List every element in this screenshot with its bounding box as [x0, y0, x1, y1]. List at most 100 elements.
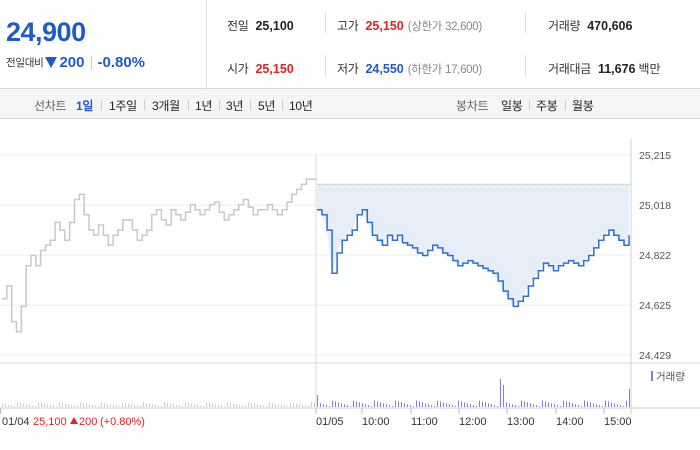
volume-bar	[161, 406, 162, 407]
stat-high: 고가 25,150 (상한가 32,600)	[337, 17, 482, 34]
volume-bar	[158, 405, 159, 407]
volume-bar	[68, 404, 69, 407]
divider	[219, 100, 220, 110]
volume-bar	[5, 404, 6, 407]
stat-value: 11,676	[597, 61, 636, 76]
candle-weekly[interactable]: 주봉	[536, 97, 558, 114]
volume-bar	[53, 405, 54, 407]
up-arrow-icon	[70, 417, 78, 424]
volume-bar	[536, 405, 537, 407]
stat-value: 25,100	[255, 18, 294, 33]
volume-bar	[353, 400, 354, 407]
footer-change: 200	[79, 416, 97, 428]
volume-bar	[482, 401, 483, 407]
y-tick-label: 24,429	[639, 350, 671, 362]
range-5y[interactable]: 5년	[258, 97, 275, 114]
volume-bar	[296, 403, 297, 407]
volume-bar	[164, 402, 165, 407]
volume-bar	[260, 404, 261, 407]
volume-bar	[518, 406, 519, 407]
volume-bar	[62, 403, 63, 407]
volume-bar	[437, 400, 438, 407]
volume-bar	[140, 406, 141, 407]
volume-bar	[587, 401, 588, 407]
volume-bar	[401, 402, 402, 407]
volume-bar	[104, 403, 105, 407]
volume-bar	[101, 402, 102, 407]
y-tick-label: 25,018	[639, 200, 671, 212]
volume-bar	[281, 404, 282, 407]
volume-bar	[41, 403, 42, 407]
volume-bar	[65, 403, 66, 407]
candle-daily[interactable]: 일봉	[501, 97, 523, 114]
volume-bar	[239, 404, 240, 407]
volume-bar	[203, 406, 204, 407]
volume-bar	[605, 400, 606, 407]
down-arrow-icon	[45, 57, 58, 68]
divider	[250, 100, 251, 110]
volume-bar	[317, 395, 318, 407]
volume-bar	[542, 400, 543, 407]
divider	[525, 12, 526, 34]
volume-bar	[488, 403, 489, 407]
volume-bar	[359, 402, 360, 407]
volume-bar	[515, 405, 516, 407]
volume-bar	[479, 400, 480, 407]
candle-monthly[interactable]: 월봉	[572, 97, 594, 114]
volume-bar	[125, 403, 126, 407]
volume-bar	[263, 405, 264, 407]
volume-bar	[32, 405, 33, 407]
range-3m[interactable]: 3개월	[152, 97, 180, 114]
volume-bar	[182, 406, 183, 407]
volume-bar	[428, 404, 429, 407]
volume-bar	[17, 402, 18, 407]
volume-bar	[350, 406, 351, 407]
range-1w[interactable]: 1주일	[109, 97, 137, 114]
volume-bar	[242, 405, 243, 407]
quote-panel: 24,900 전일대비 200 -0.80% 전일 25,100 고가 25,1…	[0, 0, 700, 89]
range-1y[interactable]: 1년	[195, 97, 212, 114]
volume-bar	[8, 404, 9, 407]
range-1d[interactable]: 1일	[76, 97, 93, 114]
stat-value: 470,606	[587, 18, 633, 33]
volume-bar	[26, 404, 27, 407]
volume-bar	[497, 406, 498, 407]
volume-bar	[500, 379, 501, 407]
volume-bar	[212, 403, 213, 407]
range-10y[interactable]: 10년	[289, 97, 313, 114]
volume-bar	[227, 402, 228, 407]
volume-bar	[80, 402, 81, 407]
volume-bar	[218, 404, 219, 407]
divider	[565, 100, 566, 110]
stat-label: 저가	[337, 62, 359, 76]
footer-price: 25,100	[33, 416, 67, 428]
volume-bar	[38, 402, 39, 407]
chart-svg: 25,215 25,018 24,822 24,625 24,429 01/05 10:0…	[0, 139, 700, 428]
volume-bar	[509, 403, 510, 407]
y-tick-label: 24,822	[639, 250, 671, 262]
volume-bar	[47, 404, 48, 407]
y-axis: 25,215 25,018 24,822 24,625 24,429	[639, 150, 671, 362]
volume-bar	[224, 406, 225, 407]
range-3y[interactable]: 3년	[226, 97, 243, 114]
price-chart[interactable]: 25,215 25,018 24,822 24,625 24,429 01/05 10:0…	[0, 119, 700, 450]
volume-bar	[11, 405, 12, 407]
volume-bar	[491, 404, 492, 407]
divider	[525, 55, 526, 77]
volume-bar	[14, 406, 15, 407]
divider	[144, 100, 145, 110]
volume-bar	[173, 404, 174, 407]
volume-bar	[209, 403, 210, 407]
volume-bar	[383, 403, 384, 407]
volume-bar	[461, 401, 462, 407]
volume-bar	[2, 403, 3, 407]
volume-bar	[386, 404, 387, 407]
volume-bar	[20, 403, 21, 407]
volume-bar	[128, 403, 129, 407]
volume-bar	[35, 406, 36, 407]
volume-bar	[389, 405, 390, 407]
volume-bar	[530, 403, 531, 407]
volume-bar	[416, 400, 417, 407]
volume-bar	[614, 403, 615, 407]
volume-bar	[356, 401, 357, 407]
